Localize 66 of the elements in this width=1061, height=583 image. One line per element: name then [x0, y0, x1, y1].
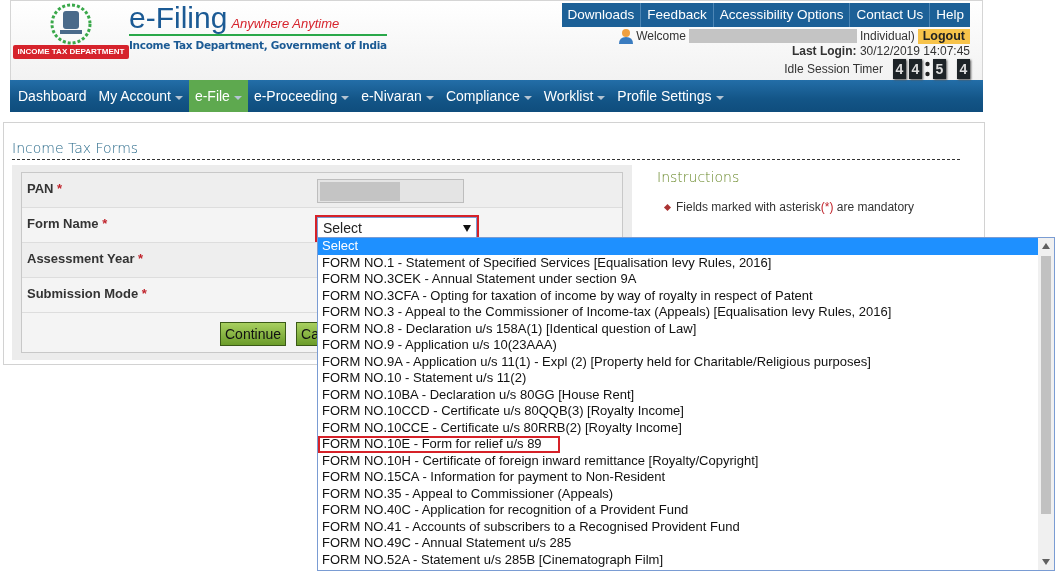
- page-title: Income Tax Forms: [12, 139, 139, 158]
- nav-item[interactable]: Profile Settings: [611, 80, 730, 112]
- welcome-text: Welcome: [636, 28, 686, 44]
- required-mark: *: [57, 181, 63, 196]
- pan-field[interactable]: [317, 179, 464, 203]
- dropdown-option[interactable]: FORM NO.10H - Certificate of foreign inward remittance [Royalty/Copyright]: [318, 452, 1038, 469]
- nav-item[interactable]: My Account: [92, 80, 189, 112]
- dropdown-option[interactable]: FORM NO.40C - Application for recognition of a Provident Fund: [318, 502, 1038, 519]
- dropdown-option[interactable]: FORM NO.52A - Statement u/s 285B [Cinematograph Film]: [318, 551, 1038, 568]
- nav-item[interactable]: Worklist: [537, 80, 612, 112]
- emblem-ribbon: INCOME TAX DEPARTMENT: [12, 45, 130, 59]
- dropdown-option[interactable]: FORM NO.10 - Statement u/s 11(2): [318, 370, 1038, 387]
- nav-item[interactable]: Dashboard: [12, 80, 93, 112]
- dropdown-option[interactable]: FORM NO.35 - Appeal to Commissioner (Appeals): [318, 485, 1038, 502]
- logout-button[interactable]: Logout: [917, 28, 970, 44]
- required-mark: *: [138, 251, 144, 266]
- last-login-time: 30/12/2019 14:07:45: [859, 44, 970, 58]
- nav-item[interactable]: Compliance: [439, 80, 538, 112]
- field-label: Form Name: [27, 216, 99, 231]
- colon-icon: [925, 61, 930, 77]
- field-label: PAN: [27, 181, 54, 196]
- top-link[interactable]: Feedback: [640, 3, 713, 27]
- dropdown-option[interactable]: FORM NO.9A - Application u/s 11(1) - Expl (2) [Property held for Charitable/Religious purposes]: [318, 353, 1038, 370]
- instruction-text: Fields marked with asterisk(*) are mandatory: [676, 199, 915, 216]
- dropdown-option[interactable]: FORM NO.3 - Appeal to the Commissioner of Income-tax (Appeals) [Equalisation levy Rules, 2016]: [318, 304, 1038, 321]
- emblem-logo: [48, 3, 94, 45]
- timer-digit: 4: [893, 59, 906, 79]
- dropdown-option[interactable]: FORM NO.41 - Accounts of subscribers to a Recognised Provident Fund: [318, 518, 1038, 535]
- timer-digit: 4: [957, 59, 970, 79]
- dropdown-option[interactable]: FORM NO.10CCD - Certificate u/s 80QQB(3) [Royalty Income]: [318, 403, 1038, 420]
- scroll-thumb[interactable]: [1041, 256, 1051, 514]
- scrollbar[interactable]: [1038, 238, 1054, 570]
- user-icon: [619, 28, 634, 44]
- department-name: Income Tax Department, Government of India: [129, 33, 387, 54]
- required-mark: *: [102, 216, 108, 231]
- scroll-down-icon[interactable]: [1042, 559, 1050, 565]
- dropdown-option[interactable]: FORM NO.1 - Statement of Specified Services [Equalisation levy Rules, 2016]: [318, 254, 1038, 271]
- timer-digit: 5: [933, 59, 946, 79]
- field-label: Submission Mode: [27, 286, 139, 301]
- dropdown-option[interactable]: FORM NO.3CEK - Annual Statement under section 9A: [318, 271, 1038, 288]
- nav-item[interactable]: e-Proceeding: [247, 80, 356, 112]
- dropdown-option[interactable]: FORM NO.10BA - Declaration u/s 80GG [House Rent]: [318, 386, 1038, 403]
- field-label: Assessment Year: [27, 251, 135, 266]
- top-link[interactable]: Accessibility Options: [712, 3, 850, 27]
- timer-digit: 4: [909, 59, 922, 79]
- dropdown-option[interactable]: FORM NO.8 - Declaration u/s 158A(1) [Identical question of Law]: [318, 320, 1038, 337]
- bullet-icon: [663, 203, 672, 211]
- tagline: Anywhere Anytime: [231, 16, 340, 31]
- top-link[interactable]: Help: [929, 3, 970, 27]
- instructions-title: Instructions: [657, 168, 741, 187]
- timer-label: Idle Session Timer: [784, 62, 883, 76]
- top-link[interactable]: Contact Us: [849, 3, 930, 27]
- top-link[interactable]: Downloads: [561, 3, 641, 27]
- scroll-up-icon[interactable]: [1042, 243, 1050, 249]
- nav-item[interactable]: e-Nivaran: [355, 80, 440, 112]
- account-type: Individual): [859, 28, 915, 44]
- brand-title: e-Filing: [129, 1, 228, 34]
- continue-button[interactable]: Continue: [220, 322, 287, 346]
- dropdown-option[interactable]: FORM NO.49C - Annual Statement u/s 285: [318, 535, 1038, 552]
- dropdown-option[interactable]: FORM NO.10CCE - Certificate u/s 80RRB(2) [Royalty Income]: [318, 419, 1038, 436]
- dropdown-option[interactable]: FORM NO.10E - Form for relief u/s 89: [318, 436, 560, 453]
- required-mark: *: [141, 286, 147, 301]
- dropdown-option[interactable]: FORM NO.15CA - Information for payment to Non-Resident: [318, 469, 1038, 486]
- last-login-label: Last Login:: [791, 44, 857, 58]
- dropdown-option[interactable]: FORM NO.3CFA - Opting for taxation of income by way of royalty in respect of Patent: [318, 287, 1038, 304]
- dropdown-option[interactable]: FORM NO.9 - Application u/s 10(23AAA): [318, 337, 1038, 354]
